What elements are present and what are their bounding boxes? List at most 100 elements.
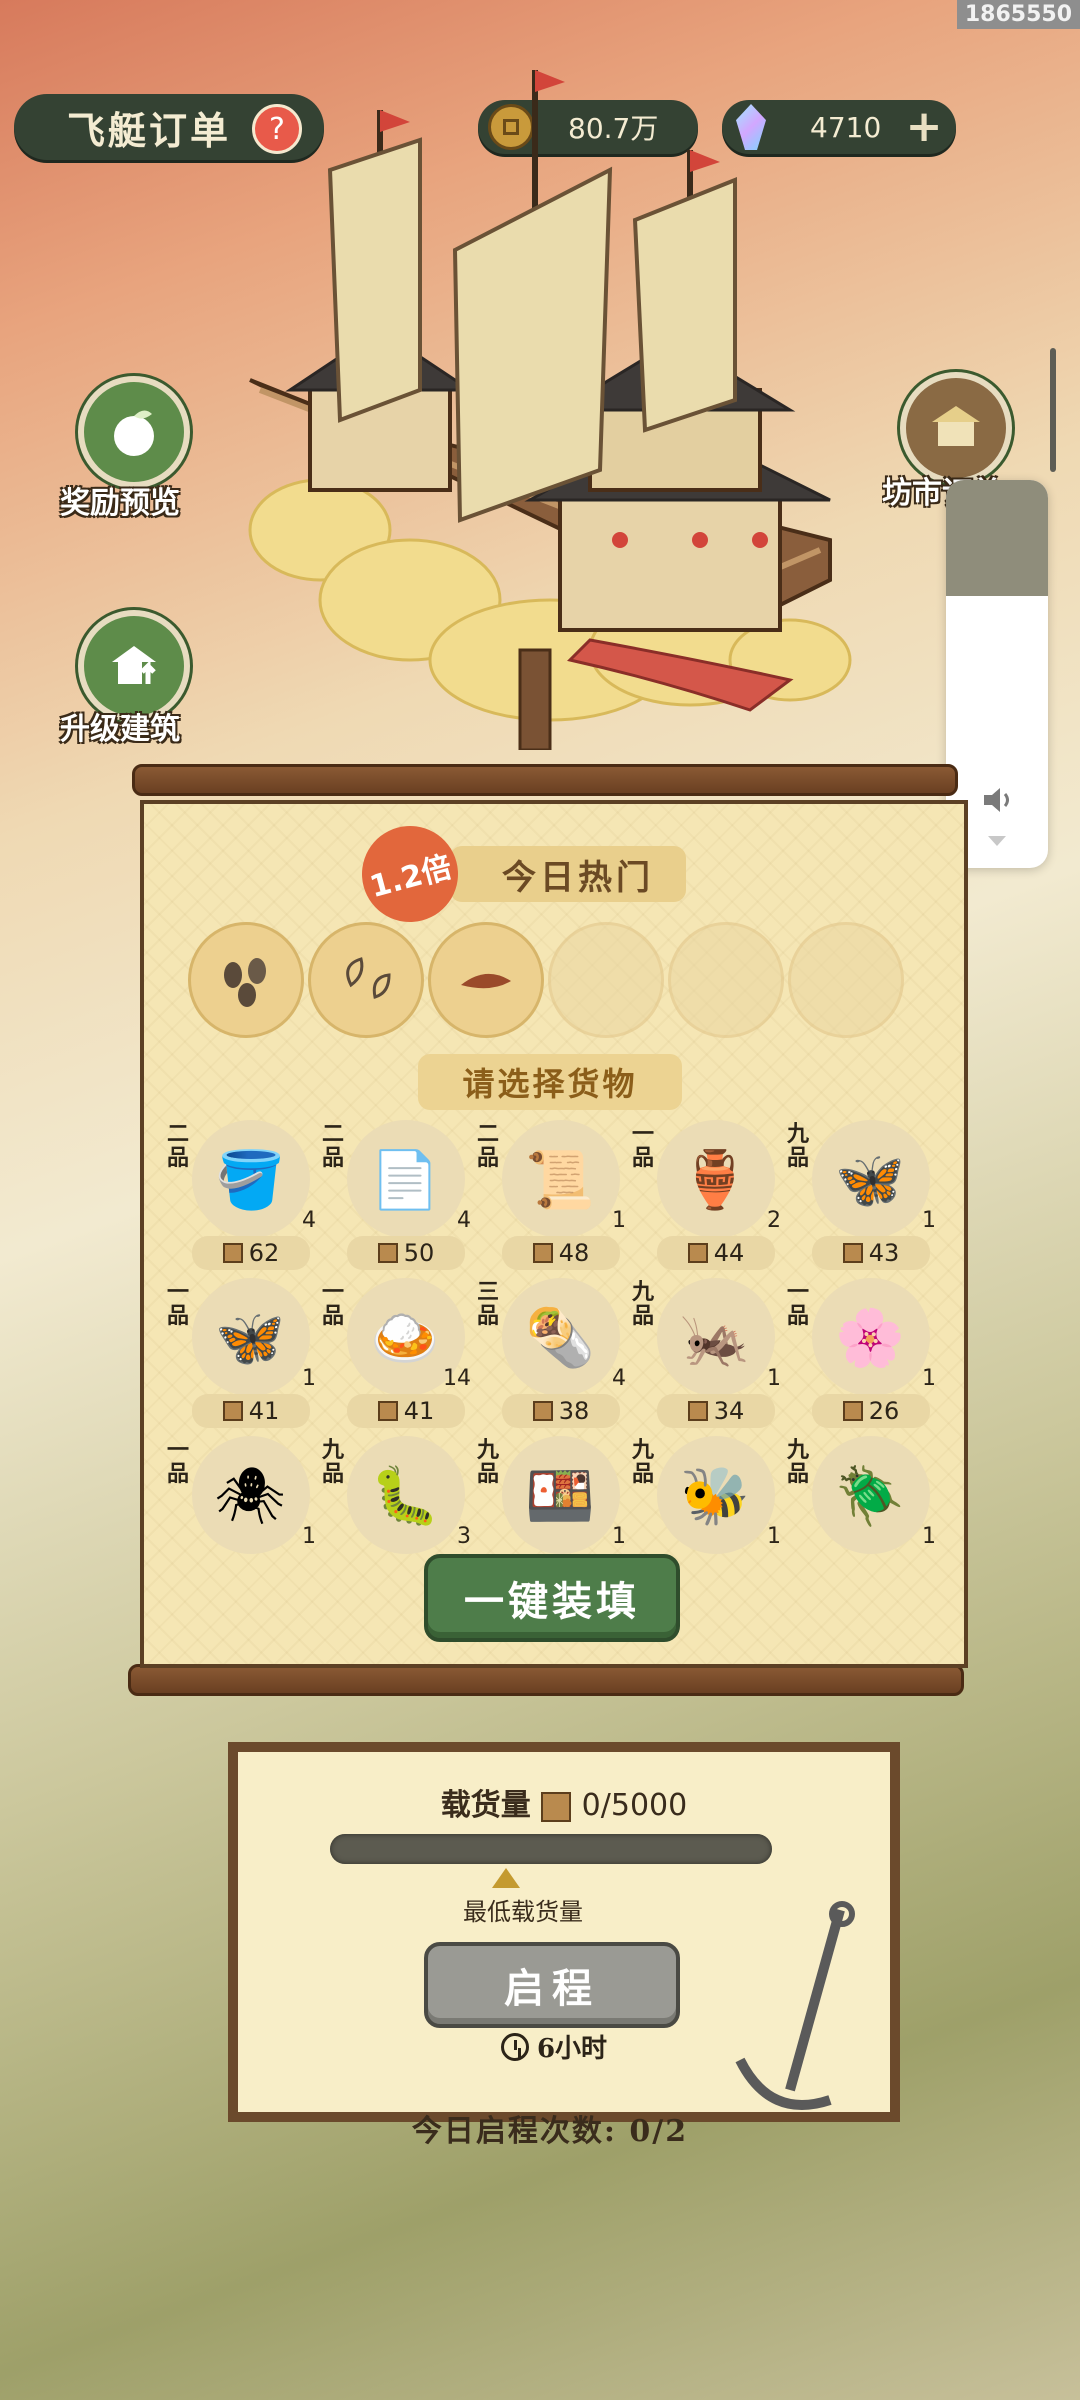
goods-item-stock-value: 62 — [248, 1239, 280, 1267]
goods-item-qty: 2 — [767, 1208, 781, 1233]
goods-item-grade: 九品 — [476, 1437, 499, 1487]
goods-item[interactable]: 🌯 三品 4 38 — [476, 1278, 626, 1428]
goods-item-stock-value: 26 — [868, 1397, 900, 1425]
goods-item-qty: 1 — [767, 1524, 781, 1549]
crate-icon — [842, 1401, 863, 1421]
goods-item-grade: 九品 — [786, 1121, 809, 1171]
goods-item-stock: 41 — [192, 1394, 310, 1428]
peach-icon — [114, 410, 154, 456]
depart-button[interactable]: 启程 — [424, 1942, 680, 2028]
scroll-indicator — [1050, 348, 1056, 472]
building-upgrade-icon — [112, 646, 156, 684]
trip-duration: 6小时 — [474, 2028, 634, 2065]
hot-today-label: 今日热门 — [502, 857, 654, 898]
goods-item-qty: 1 — [302, 1524, 316, 1549]
goods-item-grade: 一品 — [631, 1121, 654, 1171]
choose-goods-title: 请选择货物 — [418, 1054, 682, 1110]
crate-icon — [532, 1243, 553, 1263]
cargo-capacity-value: 0/5000 — [581, 1788, 688, 1823]
speaker-icon — [984, 788, 1009, 812]
chevron-down-icon[interactable] — [988, 836, 1006, 846]
crate-icon — [222, 1243, 243, 1263]
market-stall-icon — [932, 406, 980, 446]
airship-illustration — [248, 70, 852, 750]
goods-item-grade: 一品 — [166, 1279, 189, 1329]
minimum-load-marker — [492, 1868, 520, 1888]
goods-item-icon: 🦗 — [680, 1306, 750, 1371]
goods-item-grade: 一品 — [321, 1279, 344, 1329]
cargo-progress-bar — [330, 1834, 772, 1864]
hot-slot-empty — [668, 922, 784, 1038]
goods-item[interactable]: 🪣 二品 4 62 — [166, 1120, 316, 1270]
goods-item-icon: 🐛 — [370, 1464, 440, 1529]
crate-icon — [532, 1401, 553, 1421]
reward-preview-button[interactable] — [78, 376, 190, 488]
goods-item-icon: 🌯 — [525, 1306, 595, 1371]
goods-item-qty: 1 — [302, 1366, 316, 1391]
watermark-id: 1865550 — [956, 0, 1080, 29]
goods-item[interactable]: 📜 二品 1 48 — [476, 1120, 626, 1270]
goods-item-stock-value: 38 — [558, 1397, 590, 1425]
goods-item-qty: 1 — [922, 1524, 936, 1549]
scroll-top-pole — [132, 764, 958, 796]
goods-item[interactable]: 🕷 一品 1 — [166, 1436, 316, 1576]
goods-item[interactable]: 🦗 九品 1 34 — [631, 1278, 781, 1428]
clock-icon — [500, 2032, 529, 2061]
goods-item-qty: 14 — [443, 1366, 471, 1391]
add-gems-button[interactable]: + — [904, 105, 944, 149]
goods-item-icon: 🕷 — [214, 1464, 286, 1529]
hot-item-leaf-seeds[interactable] — [308, 922, 424, 1038]
trip-duration-value: 6小时 — [536, 2034, 608, 2064]
goods-item-stock-value: 50 — [403, 1239, 435, 1267]
goods-item-qty: 1 — [612, 1524, 626, 1549]
goods-item-stock-value: 41 — [248, 1397, 280, 1425]
goods-item-icon: 🍱 — [525, 1464, 595, 1529]
crate-icon — [377, 1401, 398, 1421]
goods-item-grade: 九品 — [321, 1437, 344, 1487]
departures-today: 今日启程次数: 0/2 — [411, 2114, 689, 2149]
goods-item[interactable]: 🏺 一品 2 44 — [631, 1120, 781, 1270]
volume-slider-fill — [946, 480, 1048, 597]
goods-item-stock: 41 — [347, 1394, 465, 1428]
goods-item-grade: 二品 — [321, 1121, 344, 1171]
goods-item[interactable]: 🌸 一品 1 26 — [786, 1278, 936, 1428]
goods-item[interactable]: 🍛 一品 14 41 — [321, 1278, 471, 1428]
goods-item-stock: 44 — [657, 1236, 775, 1270]
goods-item-icon: 🪣 — [215, 1148, 285, 1213]
hot-item-seeds[interactable] — [188, 922, 304, 1038]
goods-item-grade: 九品 — [786, 1437, 809, 1487]
crate-icon — [687, 1401, 708, 1421]
crate-icon — [842, 1243, 863, 1263]
goods-item-qty: 1 — [922, 1208, 936, 1233]
crate-icon — [377, 1243, 398, 1263]
goods-item-grade: 九品 — [631, 1437, 654, 1487]
leaf-seeds-icon — [346, 957, 391, 999]
goods-item[interactable]: 📄 二品 4 50 — [321, 1120, 471, 1270]
goods-item[interactable]: 🪲 九品 1 — [786, 1436, 936, 1576]
goods-item-grade: 二品 — [166, 1121, 189, 1171]
goods-item-qty: 1 — [922, 1366, 936, 1391]
load-all-button[interactable]: 一键装填 — [424, 1554, 680, 1642]
anchor-icon — [735, 1901, 855, 2110]
goods-item-icon: 🌸 — [835, 1306, 905, 1371]
crate-icon — [687, 1243, 708, 1263]
goods-item-stock-value: 48 — [558, 1239, 590, 1267]
goods-item-qty: 1 — [612, 1208, 626, 1233]
page-title: 飞艇订单 — [66, 107, 231, 153]
cargo-capacity-label: 载货量 — [440, 1788, 531, 1823]
goods-item-stock-value: 34 — [713, 1397, 745, 1425]
goods-item-qty: 3 — [457, 1524, 471, 1549]
goods-item-icon: 📜 — [525, 1148, 595, 1213]
goods-item-stock: 38 — [502, 1394, 620, 1428]
goods-item-stock: 50 — [347, 1236, 465, 1270]
goods-item-icon: 🍛 — [370, 1306, 440, 1371]
goods-item-icon: 🐝 — [680, 1464, 750, 1529]
hot-slot-empty — [788, 922, 904, 1038]
goods-item-grade: 九品 — [631, 1279, 654, 1329]
goods-item-grade: 二品 — [476, 1121, 499, 1171]
goods-item-stock: 26 — [812, 1394, 930, 1428]
goods-item[interactable]: 🦋 一品 1 41 — [166, 1278, 316, 1428]
goods-item-qty: 1 — [767, 1366, 781, 1391]
hot-item-roots[interactable] — [428, 922, 544, 1038]
goods-item[interactable]: 🦋 九品 1 43 — [786, 1120, 936, 1270]
